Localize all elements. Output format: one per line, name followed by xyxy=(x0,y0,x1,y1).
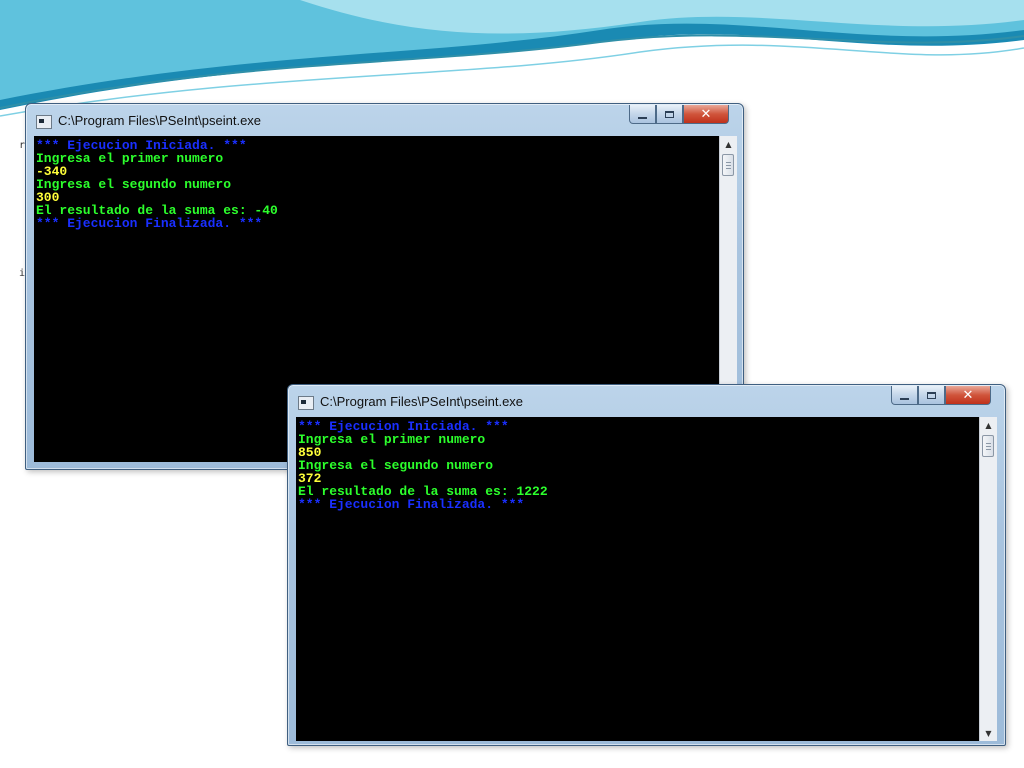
close-button[interactable]: ✕ xyxy=(683,105,729,124)
scroll-thumb[interactable] xyxy=(982,435,994,457)
close-icon: ✕ xyxy=(700,106,712,122)
window-titlebar[interactable]: C:\Program Files\PSeInt\pseint.exe ✕ xyxy=(26,104,743,136)
window-title: C:\Program Files\PSeInt\pseint.exe xyxy=(320,394,524,409)
minimize-icon xyxy=(900,397,909,400)
maximize-button[interactable] xyxy=(918,386,945,405)
scroll-down-arrow-icon[interactable]: ▼ xyxy=(980,725,997,741)
minimize-icon xyxy=(638,116,647,119)
console-line: *** Ejecucion Finalizada. *** xyxy=(298,497,525,512)
maximize-button[interactable] xyxy=(656,105,683,124)
grip-icon xyxy=(986,443,991,450)
console-line: Ingresa el primer numero xyxy=(298,432,486,447)
window-title: C:\Program Files\PSeInt\pseint.exe xyxy=(58,113,262,128)
maximize-icon xyxy=(927,391,936,399)
console-app-icon xyxy=(36,115,52,129)
close-button[interactable]: ✕ xyxy=(945,386,991,405)
console-output[interactable]: *** Ejecucion Iniciada. *** Ingresa el p… xyxy=(296,417,979,741)
scroll-up-arrow-icon[interactable]: ▲ xyxy=(720,136,737,152)
console-app-icon xyxy=(298,396,314,410)
console-line: *** Ejecucion Finalizada. *** xyxy=(36,216,263,231)
console-line: Ingresa el segundo numero xyxy=(298,458,494,473)
scroll-up-arrow-icon[interactable]: ▲ xyxy=(980,417,997,433)
maximize-icon xyxy=(665,110,674,118)
grip-icon xyxy=(726,162,731,169)
scroll-thumb[interactable] xyxy=(722,154,734,176)
vertical-scrollbar[interactable]: ▲ ▼ xyxy=(979,417,997,741)
console-lines: *** Ejecucion Iniciada. *** Ingresa el p… xyxy=(296,417,979,511)
console-lines: *** Ejecucion Iniciada. *** Ingresa el p… xyxy=(34,136,719,230)
close-icon: ✕ xyxy=(962,387,974,403)
console-line: Ingresa el segundo numero xyxy=(36,177,232,192)
minimize-button[interactable] xyxy=(891,386,918,405)
console-line: Ingresa el primer numero xyxy=(36,151,224,166)
minimize-button[interactable] xyxy=(629,105,656,124)
window-titlebar[interactable]: C:\Program Files\PSeInt\pseint.exe ✕ xyxy=(288,385,1005,417)
console-window-2[interactable]: C:\Program Files\PSeInt\pseint.exe ✕ ***… xyxy=(287,384,1006,746)
